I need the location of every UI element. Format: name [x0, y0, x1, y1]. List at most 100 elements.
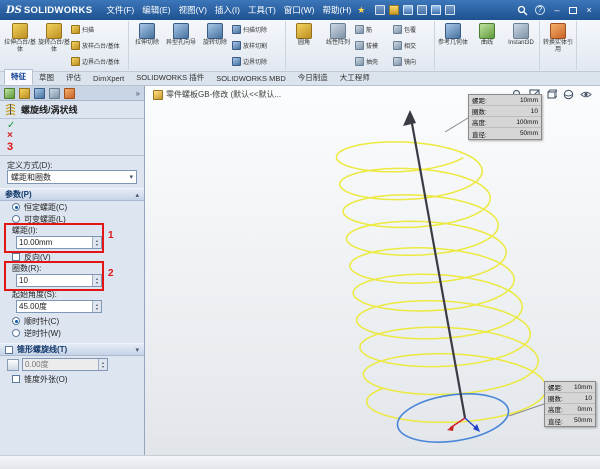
- feature-tree-icon[interactable]: [4, 88, 15, 99]
- helix-top-callout: 螺距: 10mm 圈数: 10 高度: 100mm 直径: 50mm: [468, 94, 542, 140]
- help-icon[interactable]: ?: [535, 5, 545, 15]
- taper-outward-checkbox-row[interactable]: 锥度外张(O): [0, 373, 144, 385]
- cancel-button[interactable]: ×: [7, 131, 137, 141]
- configuration-manager-icon[interactable]: [34, 88, 45, 99]
- panel-title: 螺旋线/涡状线: [21, 103, 78, 116]
- reference-geometry-button[interactable]: 参考几何体: [436, 21, 470, 70]
- clockwise-radio[interactable]: [12, 317, 20, 325]
- reverse-checkbox[interactable]: [12, 253, 20, 261]
- rib-button[interactable]: 筋: [355, 22, 393, 37]
- callout-row: 直径: 50mm: [469, 128, 541, 139]
- revolve-boss-icon: [46, 23, 62, 39]
- boundary-cut-button[interactable]: 边界切除: [232, 54, 284, 69]
- loft-button[interactable]: 放样凸台/基体: [71, 38, 127, 53]
- constant-pitch-radio-row[interactable]: 恒定螺距(C): [0, 201, 144, 213]
- counterclockwise-radio-row[interactable]: 逆时针(W): [0, 327, 144, 339]
- taper-angle-spinner[interactable]: ▴▾: [98, 359, 107, 370]
- revolutions-input[interactable]: 10 ▴▾: [16, 274, 102, 287]
- definition-method-select[interactable]: 螺距和圈数 ▾: [7, 170, 137, 184]
- tab-engineer[interactable]: 大工程师: [334, 71, 376, 85]
- tab-today-mfg[interactable]: 今日制造: [292, 71, 334, 85]
- menu-view[interactable]: 视图(V): [175, 3, 211, 17]
- button-label: 包覆: [404, 25, 416, 34]
- menu-window[interactable]: 窗口(W): [280, 3, 319, 17]
- taper-angle-input[interactable]: 0.00度 ▴▾: [22, 358, 108, 371]
- menu-bar: 文件(F) 编辑(E) 视图(V) 插入(I) 工具(T) 窗口(W) 帮助(H…: [102, 3, 355, 17]
- extrude-boss-button[interactable]: 拉伸凸台/基体: [3, 21, 37, 70]
- wrap-button[interactable]: 包覆: [393, 22, 433, 37]
- sweep-button[interactable]: 扫描: [71, 22, 127, 37]
- hide-show-items-icon[interactable]: [580, 89, 592, 100]
- mirror-button[interactable]: 镜向: [393, 54, 433, 69]
- taper-outward-checkbox[interactable]: [12, 375, 20, 383]
- ok-button[interactable]: ✓: [7, 121, 137, 131]
- rebuild-icon[interactable]: [431, 5, 441, 15]
- taper-helix-checkbox[interactable]: [5, 346, 13, 354]
- close-button[interactable]: ×: [584, 6, 594, 15]
- callout-label: 圈数:: [548, 393, 563, 403]
- maximize-button[interactable]: [569, 7, 577, 14]
- draft-button[interactable]: 拔模: [355, 38, 393, 53]
- button-label: 转换实体引用: [541, 40, 575, 54]
- linear-pattern-button[interactable]: 线性阵列: [321, 21, 355, 70]
- menu-help[interactable]: 帮助(H): [318, 3, 355, 17]
- graphics-viewport[interactable]: 零件螺板GB-修改 (默认<<默认...: [145, 86, 600, 455]
- tab-addins[interactable]: SOLIDWORKS 插件: [130, 71, 210, 85]
- options-icon[interactable]: [445, 5, 455, 15]
- tab-dimxpert[interactable]: DimXpert: [87, 73, 130, 85]
- tab-sketch[interactable]: 草图: [33, 71, 60, 85]
- view-orientation-icon[interactable]: [546, 89, 557, 100]
- hole-wizard-button[interactable]: 异型孔向导: [164, 21, 198, 70]
- convert-entities-icon: [550, 23, 566, 39]
- save-icon[interactable]: [403, 5, 413, 15]
- clockwise-radio-row[interactable]: 顺时针(C): [0, 315, 144, 327]
- loft-cut-button[interactable]: 放样切割: [232, 38, 284, 53]
- reverse-checkbox-row[interactable]: 反向(V): [0, 251, 144, 263]
- panel-overflow-icon[interactable]: »: [136, 89, 140, 98]
- convert-entities-button[interactable]: 转换实体引用: [541, 21, 575, 70]
- callout-label: 高度:: [472, 117, 487, 127]
- fillet-button[interactable]: 圆角: [287, 21, 321, 70]
- pitch-input[interactable]: 10.00mm ▴▾: [16, 236, 102, 249]
- tab-evaluate[interactable]: 评估: [60, 71, 87, 85]
- curves-icon: [479, 23, 495, 39]
- intersect-button[interactable]: 相交: [393, 38, 433, 53]
- variable-pitch-radio-row[interactable]: 可变螺距(L): [0, 213, 144, 225]
- shell-button[interactable]: 抽壳: [355, 54, 393, 69]
- tab-mbd[interactable]: SOLIDWORKS MBD: [210, 73, 292, 85]
- property-manager-icon[interactable]: [19, 88, 30, 99]
- parameters-section-header[interactable]: 参数(P) ▴: [0, 188, 144, 201]
- title-bar: DS SOLIDWORKS 文件(F) 编辑(E) 视图(V) 插入(I) 工具…: [0, 0, 600, 20]
- sweep-cut-button[interactable]: 扫描切除: [232, 22, 284, 37]
- taper-section-header[interactable]: 锥形螺旋线(T) ▾: [0, 343, 144, 356]
- pitch-spinner[interactable]: ▴▾: [92, 237, 101, 248]
- revolve-boss-button[interactable]: 旋转凸台/基体: [37, 21, 71, 70]
- boundary-boss-button[interactable]: 边界凸台/基体: [71, 54, 127, 69]
- dimxpert-manager-icon[interactable]: [49, 88, 60, 99]
- menu-tools[interactable]: 工具(T): [244, 3, 280, 17]
- open-icon[interactable]: [389, 5, 399, 15]
- menu-insert[interactable]: 插入(I): [211, 3, 244, 17]
- print-icon[interactable]: [417, 5, 427, 15]
- search-icon[interactable]: [517, 5, 528, 16]
- revolutions-spinner[interactable]: ▴▾: [92, 275, 101, 286]
- minimize-button[interactable]: –: [552, 6, 562, 15]
- display-manager-icon[interactable]: [64, 88, 75, 99]
- start-angle-spinner[interactable]: ▴▾: [92, 301, 101, 312]
- menu-edit[interactable]: 编辑(E): [138, 3, 174, 17]
- curves-button[interactable]: 曲线: [470, 21, 504, 70]
- counterclockwise-radio[interactable]: [12, 329, 20, 337]
- rib-icon: [355, 25, 364, 34]
- extrude-cut-button[interactable]: 拉伸切除: [130, 21, 164, 70]
- revolve-cut-button[interactable]: 旋转切除: [198, 21, 232, 70]
- callout-row: 圈数: 10: [469, 106, 541, 117]
- instant3d-button[interactable]: Instant3D: [504, 21, 538, 70]
- start-angle-input[interactable]: 45.00度 ▴▾: [16, 300, 102, 313]
- document-title: 零件螺板GB-修改 (默认<<默认...: [153, 89, 281, 100]
- menu-file[interactable]: 文件(F): [102, 3, 138, 17]
- display-style-icon[interactable]: [563, 89, 574, 100]
- variable-pitch-radio[interactable]: [12, 215, 20, 223]
- tab-features[interactable]: 特征: [4, 69, 33, 85]
- constant-pitch-radio[interactable]: [12, 203, 20, 211]
- new-document-icon[interactable]: [375, 5, 385, 15]
